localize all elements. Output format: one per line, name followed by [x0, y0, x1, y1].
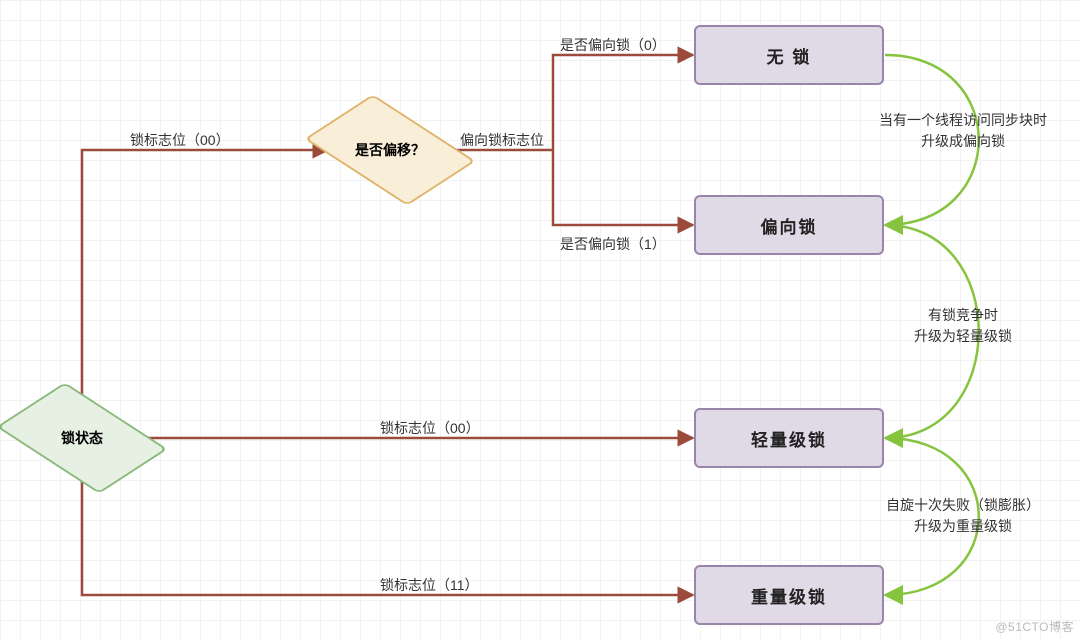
label-state-to-light: 锁标志位（00）: [380, 418, 480, 438]
node-biased-lock: 偏向锁: [694, 195, 884, 255]
note-line: 当有一个线程访问同步块时: [848, 110, 1078, 131]
watermark: @51CTO博客: [995, 618, 1074, 635]
node-is-biased-label: 是否偏移？: [355, 140, 425, 160]
node-biased-lock-label: 偏向锁: [761, 213, 818, 238]
note-line: 升级成偏向锁: [848, 131, 1078, 152]
node-light-lock-label: 轻量级锁: [751, 426, 827, 451]
note-line: 有锁竞争时: [848, 305, 1078, 326]
label-state-to-heavy: 锁标志位（11）: [380, 575, 479, 595]
note-line: 升级为重量级锁: [848, 516, 1078, 537]
label-biased-branch: 偏向锁标志位: [460, 130, 544, 150]
note-upgrade-to-heavy: 自旋十次失败（锁膨胀） 升级为重量级锁: [848, 495, 1078, 537]
node-no-lock: 无 锁: [694, 25, 884, 85]
node-light-lock: 轻量级锁: [694, 408, 884, 468]
node-is-biased: 是否偏移？: [330, 110, 450, 190]
node-heavy-lock-label: 重量级锁: [751, 583, 827, 608]
label-state-to-biased: 锁标志位（00）: [130, 130, 230, 150]
label-to-biased-lock: 是否偏向锁（1）: [560, 234, 666, 254]
node-heavy-lock: 重量级锁: [694, 565, 884, 625]
node-lock-state: 锁状态: [22, 398, 142, 478]
note-line: 自旋十次失败（锁膨胀）: [848, 495, 1078, 516]
label-to-no-lock: 是否偏向锁（0）: [560, 35, 666, 55]
note-upgrade-to-biased: 当有一个线程访问同步块时 升级成偏向锁: [848, 110, 1078, 152]
note-line: 升级为轻量级锁: [848, 326, 1078, 347]
diagram-canvas: 锁状态 是否偏移？ 无 锁 偏向锁 轻量级锁 重量级锁 锁标志位（00） 偏向锁…: [0, 0, 1080, 639]
note-upgrade-to-light: 有锁竞争时 升级为轻量级锁: [848, 305, 1078, 347]
node-no-lock-label: 无 锁: [767, 43, 812, 68]
node-lock-state-label: 锁状态: [61, 428, 103, 448]
